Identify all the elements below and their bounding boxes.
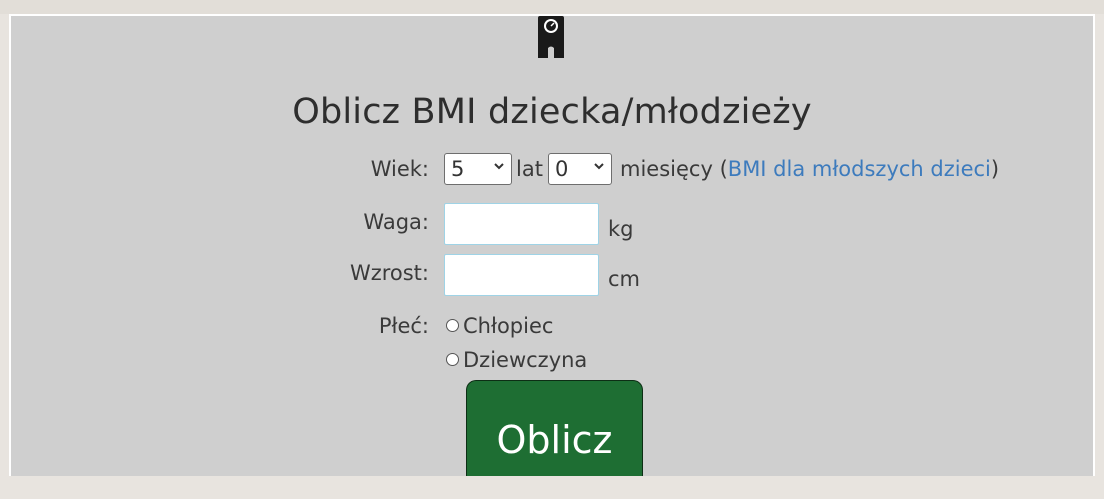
- link-open-paren: (: [719, 157, 728, 181]
- gender-option-boy[interactable]: Chłopiec: [463, 314, 553, 338]
- chevron-down-icon: [493, 160, 505, 176]
- calculate-button[interactable]: Oblicz: [466, 380, 643, 476]
- browser-top-strip: [0, 0, 1104, 14]
- weight-unit: kg: [608, 217, 634, 241]
- months-select-value: 0: [555, 157, 569, 181]
- months-select[interactable]: 0: [548, 153, 612, 185]
- page-title: Oblicz BMI dziecka/młodzieży: [292, 92, 812, 132]
- height-input[interactable]: [444, 254, 599, 296]
- gender-radio-boy[interactable]: [446, 319, 459, 332]
- gender-label: Płeć:: [378, 314, 429, 338]
- age-months-row-text: miesięcy (BMI dla młodszych dzieci): [620, 157, 999, 181]
- years-unit: lat: [516, 157, 543, 181]
- height-unit: cm: [608, 267, 641, 291]
- years-select-value: 5: [451, 157, 465, 181]
- height-label: Wzrost:: [349, 261, 429, 285]
- weight-label: Waga:: [363, 210, 429, 234]
- chevron-down-icon: [593, 160, 605, 176]
- scale-icon: [538, 16, 564, 58]
- younger-children-bmi-link[interactable]: BMI dla młodszych dzieci: [728, 157, 991, 181]
- weight-input[interactable]: [444, 203, 599, 245]
- age-label: Wiek:: [370, 157, 429, 181]
- gender-radio-girl[interactable]: [446, 353, 459, 366]
- link-close-paren: ): [990, 157, 1000, 181]
- gender-option-girl[interactable]: Dziewczyna: [463, 348, 587, 372]
- months-unit: miesięcy: [620, 157, 713, 181]
- years-select[interactable]: 5: [444, 153, 512, 185]
